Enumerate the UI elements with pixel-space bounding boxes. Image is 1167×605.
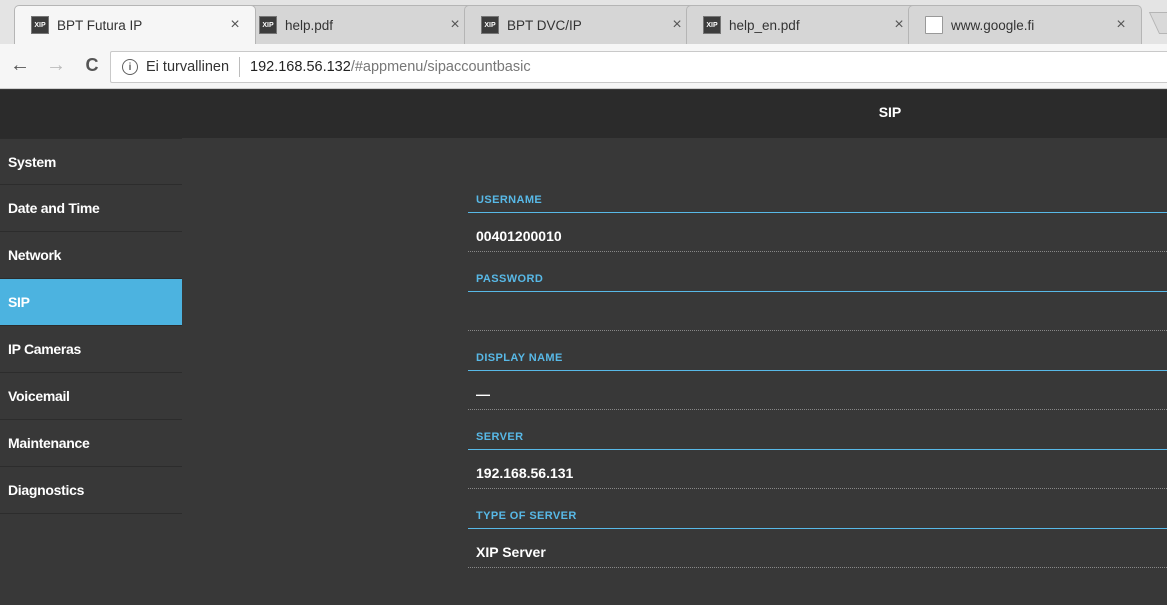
display-name-value[interactable]: — xyxy=(476,386,490,402)
close-icon[interactable]: × xyxy=(891,16,907,34)
sidebar: System Date and Time Network SIP IP Came… xyxy=(0,138,182,514)
forward-button[interactable]: → xyxy=(44,53,68,77)
tab-title: BPT Futura IP xyxy=(57,17,143,33)
tab-bpt-dvc-ip[interactable]: XIP BPT DVC/IP × xyxy=(464,5,698,44)
back-button[interactable]: ← xyxy=(8,53,32,77)
close-icon[interactable]: × xyxy=(227,16,243,34)
tab-title: BPT DVC/IP xyxy=(507,17,582,33)
tab-help-en-pdf[interactable]: XIP help_en.pdf × xyxy=(686,5,920,44)
sidebar-item-maintenance[interactable]: Maintenance xyxy=(0,420,182,467)
sidebar-item-sip[interactable]: SIP xyxy=(0,279,182,326)
type-of-server-field[interactable]: TYPE OF SERVER XIP Server xyxy=(468,506,1167,585)
tab-title: help_en.pdf xyxy=(729,17,800,33)
page-title: SIP xyxy=(878,104,902,120)
field-label: SERVER xyxy=(476,431,524,443)
field-underline xyxy=(468,567,1167,568)
close-icon[interactable]: × xyxy=(669,16,685,34)
tab-title: www.google.fi xyxy=(951,17,1035,33)
tab-title: help.pdf xyxy=(285,17,334,33)
sidebar-item-system[interactable]: System xyxy=(0,138,182,185)
sidebar-item-ip-cameras[interactable]: IP Cameras xyxy=(0,326,182,373)
field-label: DISPLAY NAME xyxy=(476,352,563,364)
field-label: USERNAME xyxy=(476,194,543,206)
field-divider xyxy=(468,370,1167,371)
security-label[interactable]: Ei turvallinen xyxy=(146,59,229,75)
xip-favicon-icon: XIP xyxy=(31,16,49,34)
field-underline xyxy=(468,251,1167,252)
app-header: SIP xyxy=(0,90,1167,138)
tab-bpt-futura-ip[interactable]: XIP BPT Futura IP × xyxy=(14,5,256,44)
close-icon[interactable]: × xyxy=(447,16,463,34)
field-underline xyxy=(468,330,1167,331)
field-divider xyxy=(468,449,1167,450)
username-value[interactable]: 00401200010 xyxy=(476,228,562,244)
field-label: TYPE OF SERVER xyxy=(476,510,577,522)
password-field[interactable]: PASSWORD xyxy=(468,269,1167,348)
type-of-server-value[interactable]: XIP Server xyxy=(476,544,546,560)
browser-tab-strip: XIP BPT Futura IP × XIP help.pdf × XIP B… xyxy=(0,0,1167,44)
url-host[interactable]: 192.168.56.132 xyxy=(250,59,351,75)
url-path[interactable]: /#appmenu/sipaccountbasic xyxy=(351,59,531,75)
info-icon[interactable]: i xyxy=(122,59,138,75)
tab-help-pdf[interactable]: XIP help.pdf × xyxy=(242,5,476,44)
display-name-field[interactable]: DISPLAY NAME — xyxy=(468,348,1167,427)
reload-button[interactable]: C xyxy=(80,53,104,77)
field-divider xyxy=(468,212,1167,213)
xip-favicon-icon: XIP xyxy=(481,16,499,34)
app-content: SIP System Date and Time Network SIP IP … xyxy=(0,90,1167,605)
username-field[interactable]: USERNAME 00401200010 xyxy=(468,190,1167,269)
sidebar-item-network[interactable]: Network xyxy=(0,232,182,279)
field-label: PASSWORD xyxy=(476,273,544,285)
server-value[interactable]: 192.168.56.131 xyxy=(476,465,573,481)
sidebar-item-diagnostics[interactable]: Diagnostics xyxy=(0,467,182,514)
browser-toolbar: ← → C i Ei turvallinen 192.168.56.132 /#… xyxy=(0,44,1167,89)
tab-google[interactable]: www.google.fi × xyxy=(908,5,1142,44)
field-divider xyxy=(468,528,1167,529)
server-field[interactable]: SERVER 192.168.56.131 xyxy=(468,427,1167,506)
field-underline xyxy=(468,409,1167,410)
xip-favicon-icon: XIP xyxy=(703,16,721,34)
sidebar-item-voicemail[interactable]: Voicemail xyxy=(0,373,182,420)
page-icon xyxy=(925,16,943,34)
address-bar[interactable]: i Ei turvallinen 192.168.56.132 /#appmen… xyxy=(110,51,1167,83)
field-underline xyxy=(468,488,1167,489)
field-divider xyxy=(468,291,1167,292)
close-icon[interactable]: × xyxy=(1113,16,1129,34)
omnibox-divider xyxy=(239,57,241,77)
sidebar-item-date-and-time[interactable]: Date and Time xyxy=(0,185,182,232)
xip-favicon-icon: XIP xyxy=(259,16,277,34)
sip-account-form: USERNAME 00401200010 PASSWORD DISPLAY NA… xyxy=(468,190,1167,585)
new-tab-button[interactable] xyxy=(1148,12,1167,34)
